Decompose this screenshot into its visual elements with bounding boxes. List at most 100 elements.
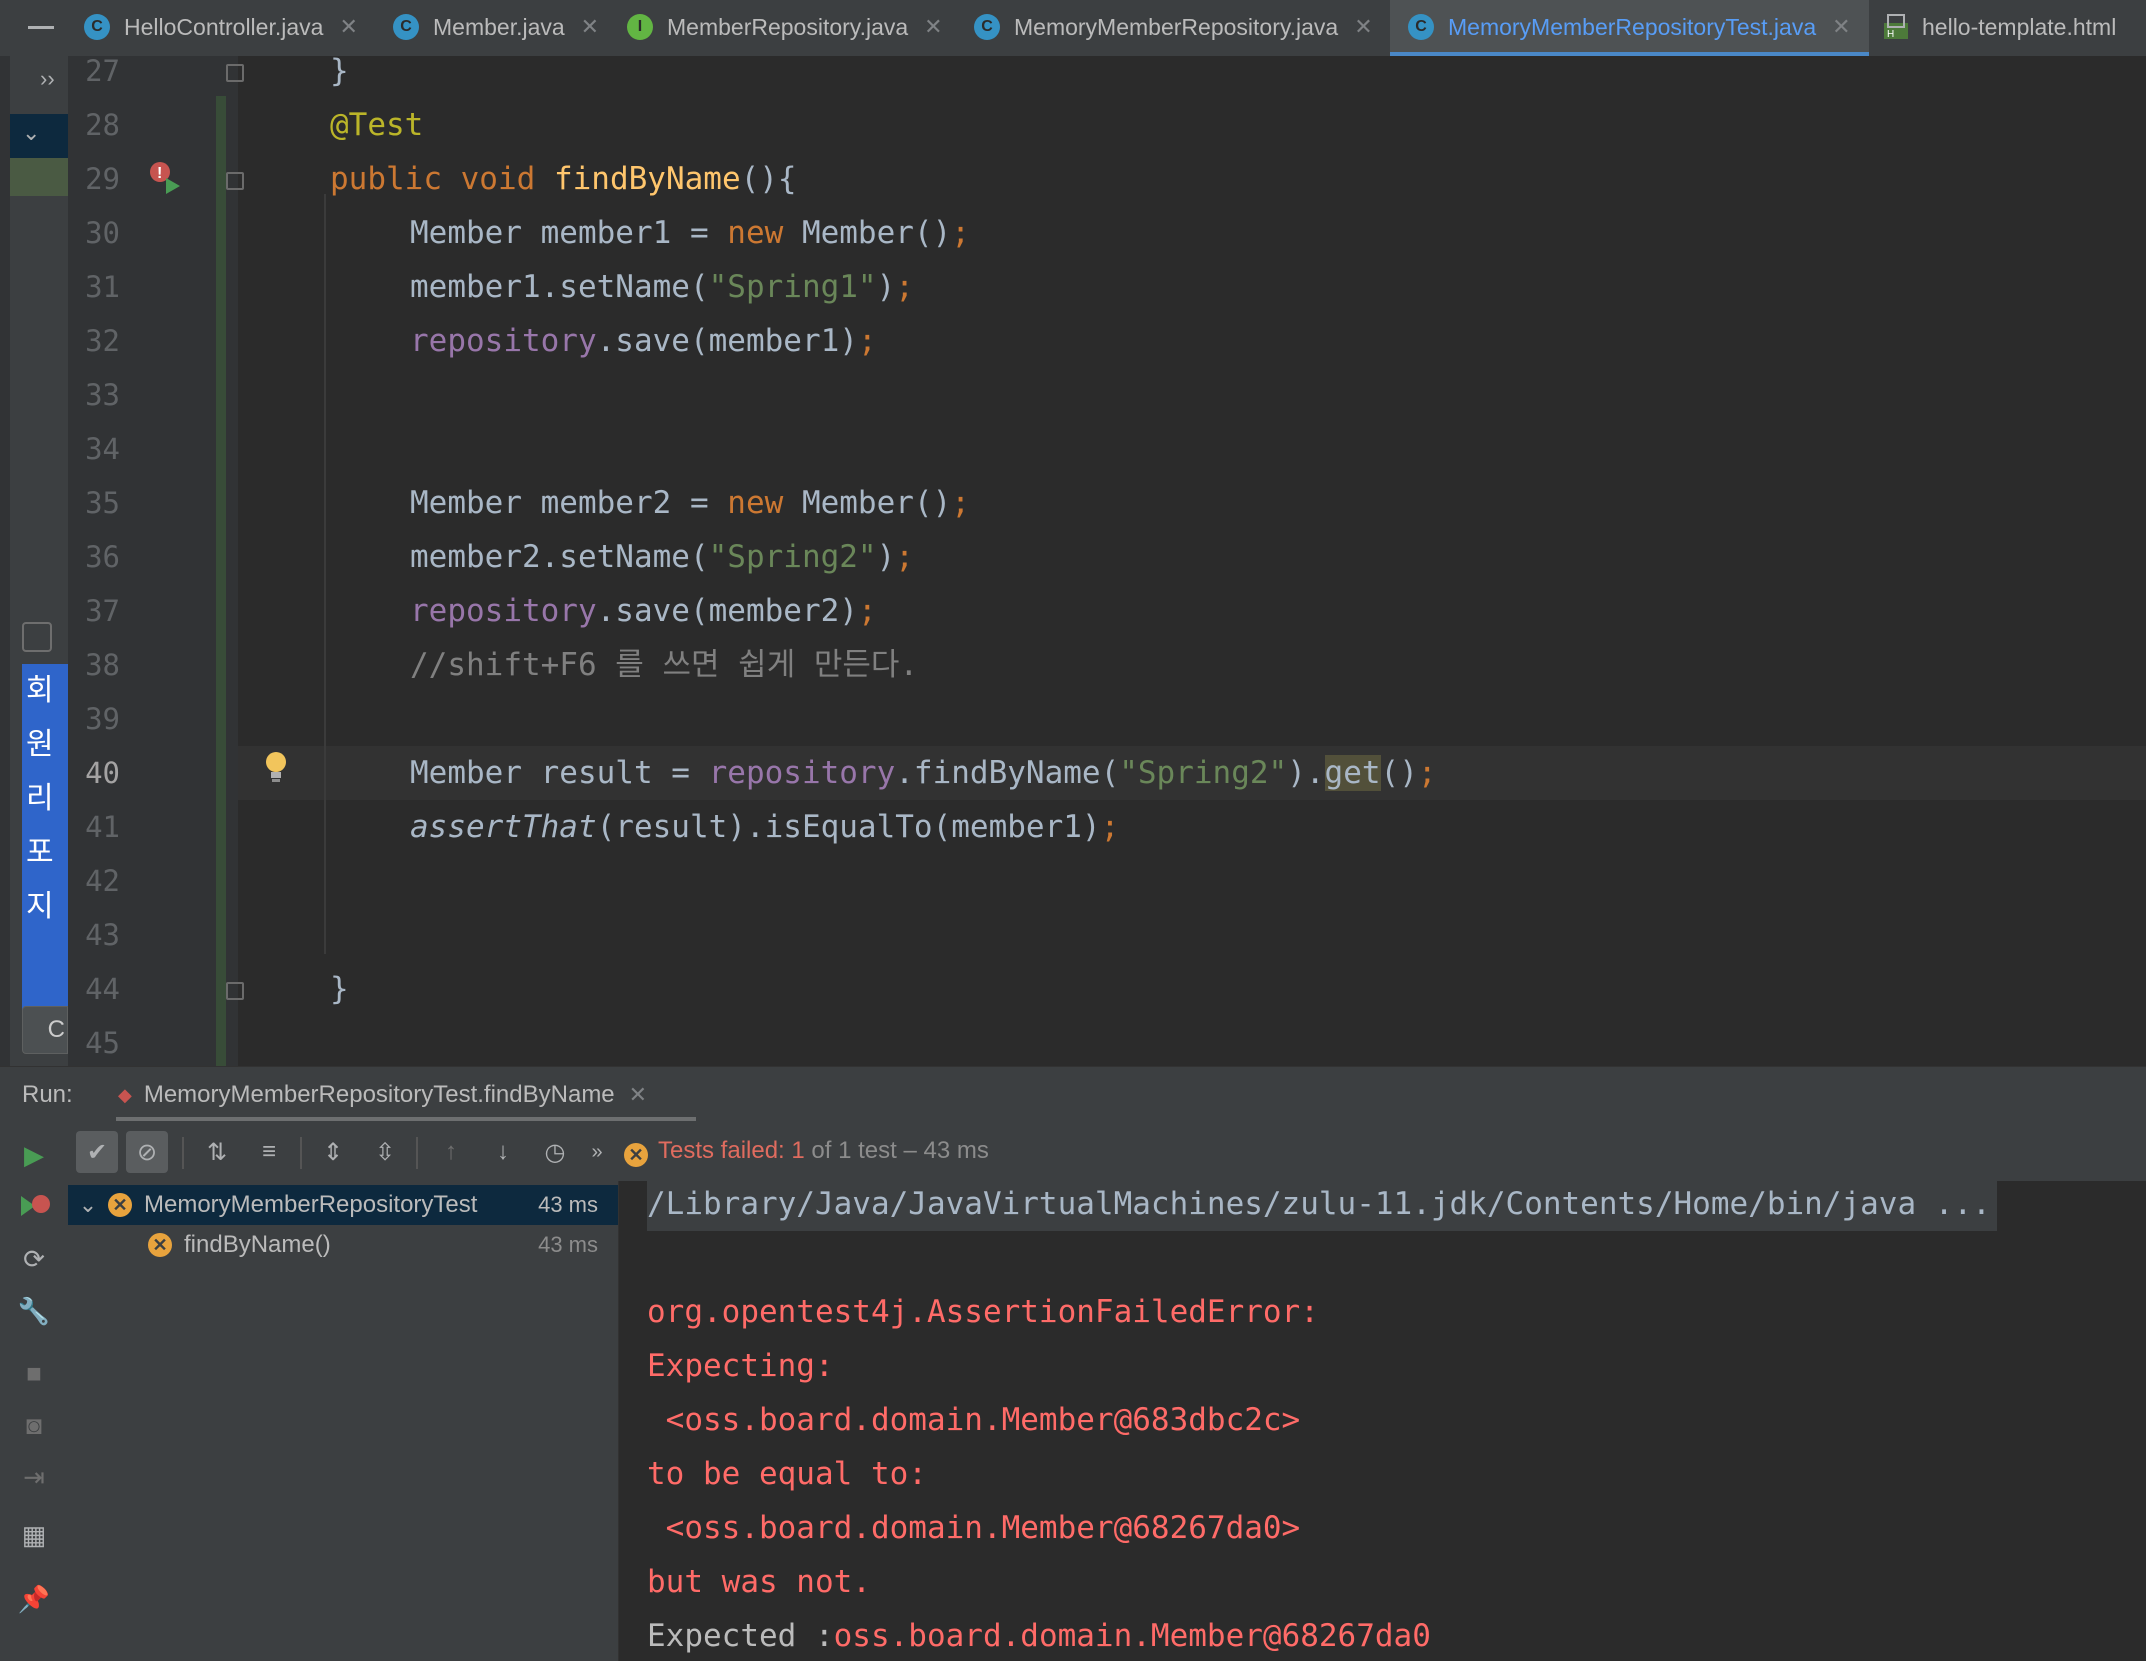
vcs-change-marker [216,96,226,1066]
line-number: 37 [85,594,120,628]
test-history-icon[interactable]: ◷ [534,1131,576,1173]
project-tree-row[interactable]: ⌄ [10,114,68,158]
console-line: <oss.board.domain.Member@68267da0> [647,1510,1301,1546]
code-line-27: } [330,56,349,89]
line-number: 45 [85,1026,120,1060]
line-number: 32 [85,324,120,358]
test-class-name: MemoryMemberRepositoryTest [144,1191,478,1218]
tab-label: hello-template.html [1922,13,2117,40]
line-number: 36 [85,540,120,574]
chevron-down-icon[interactable]: ⌄ [22,120,40,146]
line-number: 33 [85,378,120,412]
checkbox[interactable] [22,622,52,652]
line-number: 30 [85,216,120,250]
tab-hello-template[interactable]: H hello-template.html [1882,0,2116,54]
class-icon: C [974,14,1000,40]
close-icon[interactable]: ✕ [339,14,357,40]
pin-icon[interactable]: 📌 [14,1579,54,1619]
collapse-all-icon[interactable]: ⇳ [364,1131,406,1173]
line-number: 29 [85,162,120,196]
fold-marker-icon[interactable] [226,64,244,82]
line-number: 40 [85,756,120,790]
project-tree-row[interactable] [10,158,68,196]
fold-marker-icon[interactable] [226,172,244,190]
code-editor[interactable]: 27 28 29 30 31 32 33 34 35 36 37 38 39 4… [68,56,2146,1066]
test-tree-row[interactable]: ⌄ ✕ MemoryMemberRepositoryTest 43 ms [68,1185,618,1225]
code-line-29: public void findByName(){ [330,161,797,197]
show-ignored-icon[interactable]: ⊘ [126,1131,168,1173]
close-icon[interactable]: ✕ [1354,14,1372,40]
test-results-tree: ⌄ ✕ MemoryMemberRepositoryTest 43 ms ✕ f… [68,1181,619,1661]
interface-icon: I [627,14,653,40]
code-line-44: } [330,971,349,1007]
tab-label: Member.java [433,13,565,40]
tab-member[interactable]: C Member.java ✕ [393,0,599,54]
console-command-line[interactable]: /Library/Java/JavaVirtualMachines/zulu-1… [647,1181,1997,1231]
close-icon[interactable]: ✕ [581,14,599,40]
stop-icon[interactable]: ■ [14,1353,54,1393]
line-number: 35 [85,486,120,520]
sort-alpha-icon[interactable]: ⇅ [196,1131,238,1173]
line-number: 39 [85,702,120,736]
next-failed-icon[interactable]: ↓ [482,1131,524,1173]
run-toolbar: ✔ ⊘ ⇅ ≡ ⇕ ⇳ ↑ ↓ ◷ » ✕ Tests failed: 1 of … [68,1125,2146,1181]
test-method-name: findByName() [184,1231,331,1258]
code-line-30: Member member1 = new Member(); [410,215,970,251]
console-expected-line: Expected :oss.board.domain.Member@68267d… [647,1618,1431,1654]
console-line: <oss.board.domain.Member@683dbc2c> [647,1402,1301,1438]
tab-memory-member-repository[interactable]: C MemoryMemberRepository.java ✕ [974,0,1373,54]
console-line: Expecting: [647,1348,834,1384]
tab-memory-member-repository-test[interactable]: C MemoryMemberRepositoryTest.java ✕ [1390,0,1869,56]
highlighted-usage: get [1324,755,1381,791]
line-number: 28 [85,108,120,142]
show-passed-icon[interactable]: ✔ [76,1131,118,1173]
tab-hello-controller[interactable]: C HelloController.java ✕ [84,0,358,54]
html-file-icon: H [1882,13,1910,41]
run-config-label: MemoryMemberRepositoryTest.findByName [143,1081,615,1108]
project-panel: ›› ⌄ 회원리포지 C [0,56,68,1066]
wrench-icon[interactable]: 🔧 [14,1291,54,1331]
more-icon[interactable]: ›› [40,66,55,92]
fold-marker-icon[interactable] [226,982,244,1000]
run-label: Run: [22,1081,73,1108]
intention-bulb-icon[interactable] [264,750,294,790]
exit-icon[interactable]: ⇥ [14,1457,54,1497]
close-icon[interactable]: ✕ [1832,14,1850,40]
test-tree-row[interactable]: ✕ findByName() 43 ms [68,1225,618,1265]
rerun-icon[interactable]: ▶ [14,1135,54,1175]
tab-label: MemberRepository.java [667,13,909,40]
previous-failed-icon[interactable]: ↑ [430,1131,472,1173]
code-line-35: Member member2 = new Member(); [410,485,970,521]
run-test-failed-icon[interactable]: ! [148,160,188,200]
close-icon[interactable]: ✕ [924,14,942,40]
collapse-icon[interactable] [28,26,54,29]
console-line: to be equal to: [647,1456,927,1492]
test-duration: 43 ms [538,1192,598,1217]
run-tool-window: Run: ◆ MemoryMemberRepositoryTest.findBy… [0,1066,2146,1661]
close-icon[interactable]: ✕ [629,1082,647,1108]
camera-icon[interactable]: ◙ [14,1405,54,1445]
console-output[interactable]: /Library/Java/JavaVirtualMachines/zulu-1… [619,1181,2146,1661]
toolbar-separator [182,1137,184,1169]
test-config-icon: ◆ [118,1084,132,1105]
run-config-tab[interactable]: ◆ MemoryMemberRepositoryTest.findByName … [118,1067,647,1123]
sort-duration-icon[interactable]: ≡ [248,1131,290,1173]
expand-all-icon[interactable]: ⇕ [312,1131,354,1173]
tab-underline [116,1117,696,1121]
toggle-auto-test-icon[interactable]: ⟳ [14,1239,54,1279]
layout-icon[interactable]: ▦ [14,1515,54,1555]
run-header: Run: ◆ MemoryMemberRepositoryTest.findBy… [0,1067,2146,1123]
rerun-failed-icon[interactable] [14,1187,54,1227]
tab-member-repository[interactable]: I MemberRepository.java ✕ [627,0,943,54]
selected-text-block: 회원리포지 [22,664,68,1036]
test-status: ✕ Tests failed: 1 of 1 test – 43 ms [624,1137,989,1167]
code-line-41: assertThat(result).isEqualTo(member1); [410,809,1120,845]
code-line-32: repository.save(member1); [410,323,877,359]
line-number: 42 [85,864,120,898]
panel-button[interactable]: C [22,1006,68,1054]
more-icon[interactable]: » [576,1131,618,1173]
svg-text:H: H [1887,29,1894,40]
chevron-down-icon[interactable]: ⌄ [68,1192,108,1218]
tab-label: HelloController.java [124,13,324,40]
test-duration: 43 ms [538,1232,598,1257]
